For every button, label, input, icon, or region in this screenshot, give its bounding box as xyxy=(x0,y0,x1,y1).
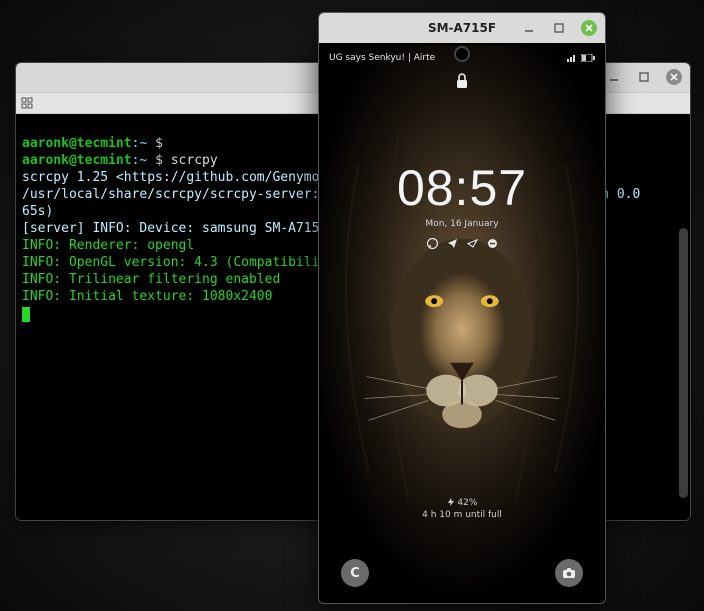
scrcpy-maximize-button[interactable] xyxy=(549,18,569,38)
term-line: INFO: OpenGL version: 4.3 (Compatibili xyxy=(22,255,319,270)
term-line: INFO: Initial texture: 1080x2400 xyxy=(22,289,272,304)
battery-icon xyxy=(581,54,595,62)
status-icons xyxy=(567,54,595,62)
terminal-minimize-button[interactable] xyxy=(604,67,624,87)
lockscreen-shortcuts: C xyxy=(319,559,605,589)
message-icon xyxy=(486,237,498,249)
scrcpy-titlebar[interactable]: SM-A715F xyxy=(319,13,605,43)
new-tab-button[interactable] xyxy=(16,97,38,109)
terminal-close-button[interactable] xyxy=(664,67,684,87)
minimize-icon xyxy=(608,71,620,83)
camera-cutout xyxy=(454,46,470,62)
terminal-maximize-button[interactable] xyxy=(634,67,654,87)
term-line: INFO: Renderer: opengl xyxy=(22,238,194,253)
camera-icon xyxy=(562,567,576,579)
telegram-icon xyxy=(446,237,458,249)
maximize-icon xyxy=(638,71,650,83)
phone-screen[interactable]: UG says Senkyu! | Airte 08:57 Mon, 16 Ja… xyxy=(319,43,605,603)
battery-status: 42% 4 h 10 m until full xyxy=(319,497,605,521)
scrcpy-minimize-button[interactable] xyxy=(519,18,539,38)
terminal-scrollbar[interactable] xyxy=(679,228,688,498)
term-line: [server] INFO: Device: samsung SM-A715 xyxy=(22,221,319,236)
terminal-cursor xyxy=(22,307,30,322)
scrcpy-window: SM-A715F xyxy=(318,12,606,604)
carrier-text: UG says Senkyu! | Airte xyxy=(329,53,435,63)
camera-shortcut[interactable] xyxy=(555,559,583,587)
phone-dialer-shortcut[interactable]: C xyxy=(341,559,369,587)
minimize-icon xyxy=(523,22,535,34)
signal-icon xyxy=(567,54,577,62)
term-line: INFO: Trilinear filtering enabled xyxy=(22,272,280,287)
scrcpy-title: SM-A715F xyxy=(428,21,496,35)
terminal-window-controls xyxy=(604,67,684,87)
term-line: /usr/local/share/scrcpy/scrcpy-server: xyxy=(22,187,319,202)
lockscreen-date: Mon, 16 January xyxy=(319,219,605,229)
lock-icon xyxy=(455,73,469,93)
whatsapp-icon xyxy=(426,237,438,249)
close-icon xyxy=(580,19,598,37)
send-icon xyxy=(466,237,478,249)
scrcpy-window-controls xyxy=(519,18,599,38)
prompt-user: aaronk@tecmint xyxy=(22,136,132,151)
dialer-label: C xyxy=(350,566,360,581)
close-icon xyxy=(665,68,683,86)
lockscreen-clock: 08:57 xyxy=(319,159,605,217)
battery-time: 4 h 10 m until full xyxy=(319,509,605,521)
notification-icons[interactable] xyxy=(319,237,605,249)
term-line: 65s) xyxy=(22,204,53,219)
grid-icon xyxy=(21,97,33,109)
charge-icon xyxy=(447,498,455,506)
scrcpy-close-button[interactable] xyxy=(579,18,599,38)
term-line: scrcpy 1.25 <https://github.com/Genymo xyxy=(22,170,319,185)
maximize-icon xyxy=(553,22,565,34)
battery-percent: 42% xyxy=(457,498,477,508)
